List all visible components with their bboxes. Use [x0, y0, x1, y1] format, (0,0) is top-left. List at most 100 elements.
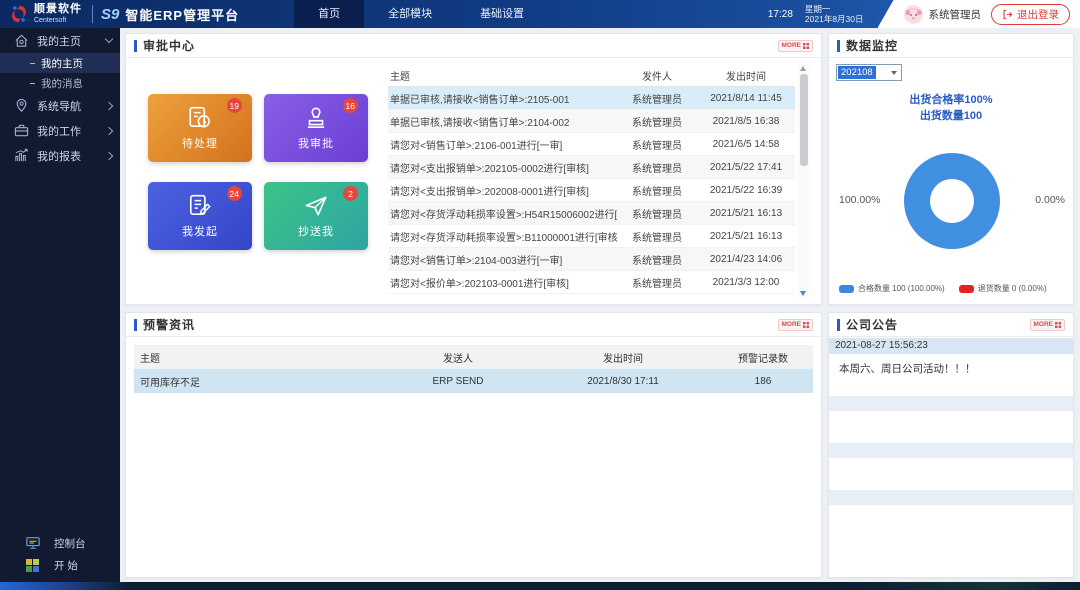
- approval-tile[interactable]: 19待处理: [148, 94, 252, 162]
- chevron-down-icon: [105, 35, 113, 43]
- start-label: 开 始: [54, 558, 78, 573]
- alerts-table: 主题发送人发出时间预警记录数可用库存不足ERP SEND2021/8/30 17…: [134, 345, 813, 393]
- row-time: 2021/3/3 12:00: [697, 277, 795, 288]
- approval-title: 审批中心: [143, 37, 195, 54]
- legend-swatch: [959, 285, 974, 293]
- approval-row[interactable]: 请您对<销售订单>:2106-001进行[一审]系统管理员2021/6/5 14…: [388, 133, 795, 156]
- approval-scrollbar[interactable]: [798, 64, 809, 298]
- row-time: 2021/5/22 16:39: [697, 185, 795, 196]
- sidebar-start[interactable]: 开 始: [0, 554, 120, 576]
- topbar-tab[interactable]: 首页: [294, 0, 364, 28]
- logout-icon: [1002, 9, 1013, 20]
- topbar-tab[interactable]: 全部模块: [364, 0, 456, 28]
- topbar: 顺景软件 Centersoft S9 智能ERP管理平台 首页全部模块基础设置 …: [0, 0, 1080, 28]
- donut-chart: [904, 153, 1000, 249]
- approval-row[interactable]: 请您对<存货浮动耗损率设置>:B11000001进行[审核]系统管理员2021/…: [388, 225, 795, 248]
- alerts-title: 预警资讯: [143, 316, 195, 333]
- briefcase-icon: [14, 123, 29, 138]
- row-time: 2021/5/21 16:13: [697, 208, 795, 219]
- empty-row: [829, 490, 1073, 505]
- period-value: 202108: [838, 66, 876, 79]
- legend-item: 合格数量 100 (100.00%): [839, 283, 945, 294]
- chart-icon: [14, 148, 29, 163]
- count-badge: 16: [343, 98, 358, 113]
- scroll-thumb[interactable]: [800, 74, 808, 166]
- sidebar-item-label: 我的工作: [37, 123, 81, 139]
- announce-more-button[interactable]: MORE: [1030, 319, 1066, 331]
- announce-datetime: 2021-08-27 15:56:23: [829, 338, 1073, 354]
- clock: 17:28: [768, 9, 793, 20]
- approval-tile[interactable]: 2 抄送我: [264, 182, 368, 250]
- empty-row: [829, 396, 1073, 411]
- console-monitor-icon: [26, 536, 40, 550]
- approval-row[interactable]: 单据已审核,请接收<销售订单>:2104-002系统管理员2021/8/5 16…: [388, 110, 795, 133]
- row-time: 2021/8/14 11:45: [697, 93, 795, 104]
- announce-content[interactable]: 本周六、周日公司活动！！！: [829, 354, 1073, 388]
- alert-time: 2021/8/30 17:11: [533, 376, 713, 387]
- data-monitor-panel: 数据监控 202108 出货合格率100% 出货数量100 100.00% 0.…: [828, 33, 1074, 305]
- approval-row[interactable]: 请您对<销售订单>:2104-003进行[一审]系统管理员2021/4/23 1…: [388, 248, 795, 271]
- sidebar-console[interactable]: 控制台: [0, 532, 120, 554]
- donut-right-label: 0.00%: [1035, 194, 1065, 206]
- footer-bar: [0, 582, 1080, 590]
- count-badge: 19: [227, 98, 242, 113]
- logo-en: Centersoft: [34, 17, 82, 24]
- sidebar-item[interactable]: 我的报表: [0, 143, 120, 168]
- legend-swatch: [839, 285, 854, 293]
- alert-row[interactable]: 可用库存不足ERP SEND2021/8/30 17:11186: [134, 369, 813, 393]
- more-grid-icon: [803, 43, 809, 49]
- monitor-title: 数据监控: [846, 37, 898, 54]
- sidebar-item[interactable]: 我的工作: [0, 118, 120, 143]
- row-sender: 系统管理员: [617, 229, 697, 244]
- pass-rate: 出货合格率100%: [829, 92, 1073, 108]
- chevron-right-icon: [105, 151, 113, 159]
- ship-qty: 出货数量100: [829, 108, 1073, 124]
- approval-row[interactable]: 请您对<支出报销单>:202105-0002进行[审核]系统管理员2021/5/…: [388, 156, 795, 179]
- row-sender: 系统管理员: [617, 183, 697, 198]
- topbar-tab[interactable]: 基础设置: [456, 0, 548, 28]
- row-subject: 单据已审核,请接收<销售订单>:2105-001: [388, 91, 617, 106]
- approval-row[interactable]: 请您对<支出报销单>:202008-0001进行[审核]系统管理员2021/5/…: [388, 179, 795, 202]
- sidebar-item[interactable]: 我的主页: [0, 28, 120, 53]
- empty-row: [829, 443, 1073, 458]
- logo-divider: [92, 5, 93, 23]
- chevron-right-icon: [105, 101, 113, 109]
- logo: 顺景软件 Centersoft S9 智能ERP管理平台: [0, 3, 239, 25]
- sidebar-item[interactable]: 系统导航: [0, 93, 120, 118]
- sidebar-subitem-label: 我的主页: [41, 56, 83, 71]
- logout-button[interactable]: 退出登录: [991, 4, 1070, 25]
- approval-row[interactable]: 单据已审核,请接收<销售订单>:2105-001系统管理员2021/8/14 1…: [388, 87, 795, 110]
- sidebar-subitem-label: 我的消息: [41, 76, 83, 91]
- more-grid-icon: [803, 322, 809, 328]
- approval-more-button[interactable]: MORE: [778, 40, 814, 52]
- scroll-up-icon[interactable]: [800, 66, 806, 71]
- date-box: 星期一 2021年8月30日: [805, 4, 864, 24]
- row-time: 2021/5/22 17:41: [697, 162, 795, 173]
- count-badge: 2: [343, 186, 358, 201]
- weekday: 星期一: [805, 4, 864, 14]
- announcement-panel: 公司公告 MORE 2021-08-27 15:56:23 本周六、周日公司活动…: [828, 312, 1074, 578]
- chevron-down-icon: [891, 71, 897, 75]
- row-sender: 系统管理员: [617, 252, 697, 267]
- period-select[interactable]: 202108: [836, 64, 902, 81]
- avatar[interactable]: [904, 5, 923, 24]
- approval-tile[interactable]: 16我审批: [264, 94, 368, 162]
- stamp-icon: [303, 105, 329, 131]
- tile-label: 我发起: [182, 223, 218, 239]
- row-time: 2021/8/5 16:38: [697, 116, 795, 127]
- row-sender: 系统管理员: [617, 137, 697, 152]
- alert-sender: ERP SEND: [383, 376, 533, 387]
- doc-pencil-icon: [187, 193, 213, 219]
- alerts-panel: 预警资讯 MORE 主题发送人发出时间预警记录数可用库存不足ERP SEND20…: [125, 312, 822, 578]
- sidebar-subitem[interactable]: 我的消息: [0, 73, 120, 93]
- alerts-more-button[interactable]: MORE: [778, 319, 814, 331]
- approval-tile[interactable]: 24我发起: [148, 182, 252, 250]
- map-pin-icon: [14, 98, 29, 113]
- approval-row[interactable]: 请您对<存货浮动耗损率设置>:H54R15006002进行[审核]系统管理员20…: [388, 202, 795, 225]
- console-label: 控制台: [54, 536, 86, 551]
- sidebar-subitem[interactable]: 我的主页: [0, 53, 120, 73]
- row-sender: 系统管理员: [617, 91, 697, 106]
- scroll-down-icon[interactable]: [800, 291, 806, 296]
- approval-row[interactable]: 请您对<报价单>:202103-0001进行[审核]系统管理员2021/3/3 …: [388, 271, 795, 294]
- tile-label: 抄送我: [298, 223, 334, 239]
